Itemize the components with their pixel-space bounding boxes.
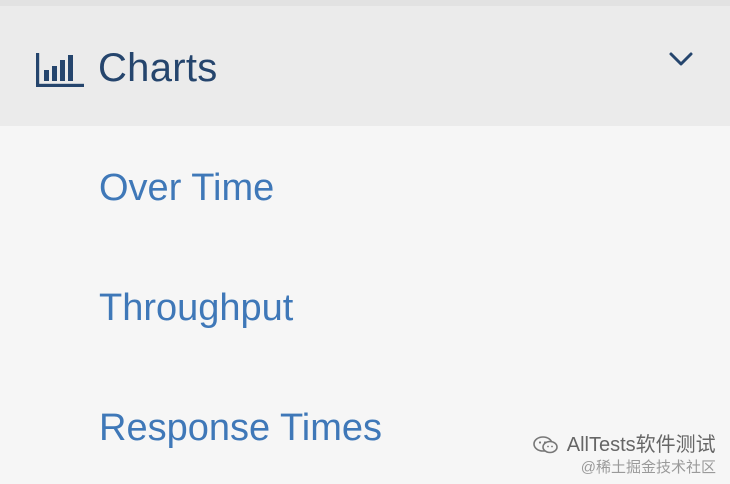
bar-chart-icon xyxy=(36,49,86,89)
watermark-subtitle: @稀土掘金技术社区 xyxy=(580,459,716,476)
watermark-title: AllTests软件测试 xyxy=(566,434,716,456)
charts-menu-label: Charts xyxy=(98,46,218,90)
submenu-item-throughput[interactable]: Throughput xyxy=(99,286,293,330)
chevron-down-icon[interactable] xyxy=(668,50,694,68)
submenu-item-over-time[interactable]: Over Time xyxy=(99,166,274,210)
watermark: AllTests软件测试 @稀土掘金技术社区 xyxy=(532,432,716,478)
wechat-icon xyxy=(532,435,559,455)
charts-submenu: Over Time Throughput Response Times xyxy=(0,126,730,484)
submenu-item-response-times[interactable]: Response Times xyxy=(99,406,382,450)
charts-menu-header[interactable]: Charts xyxy=(0,6,730,126)
